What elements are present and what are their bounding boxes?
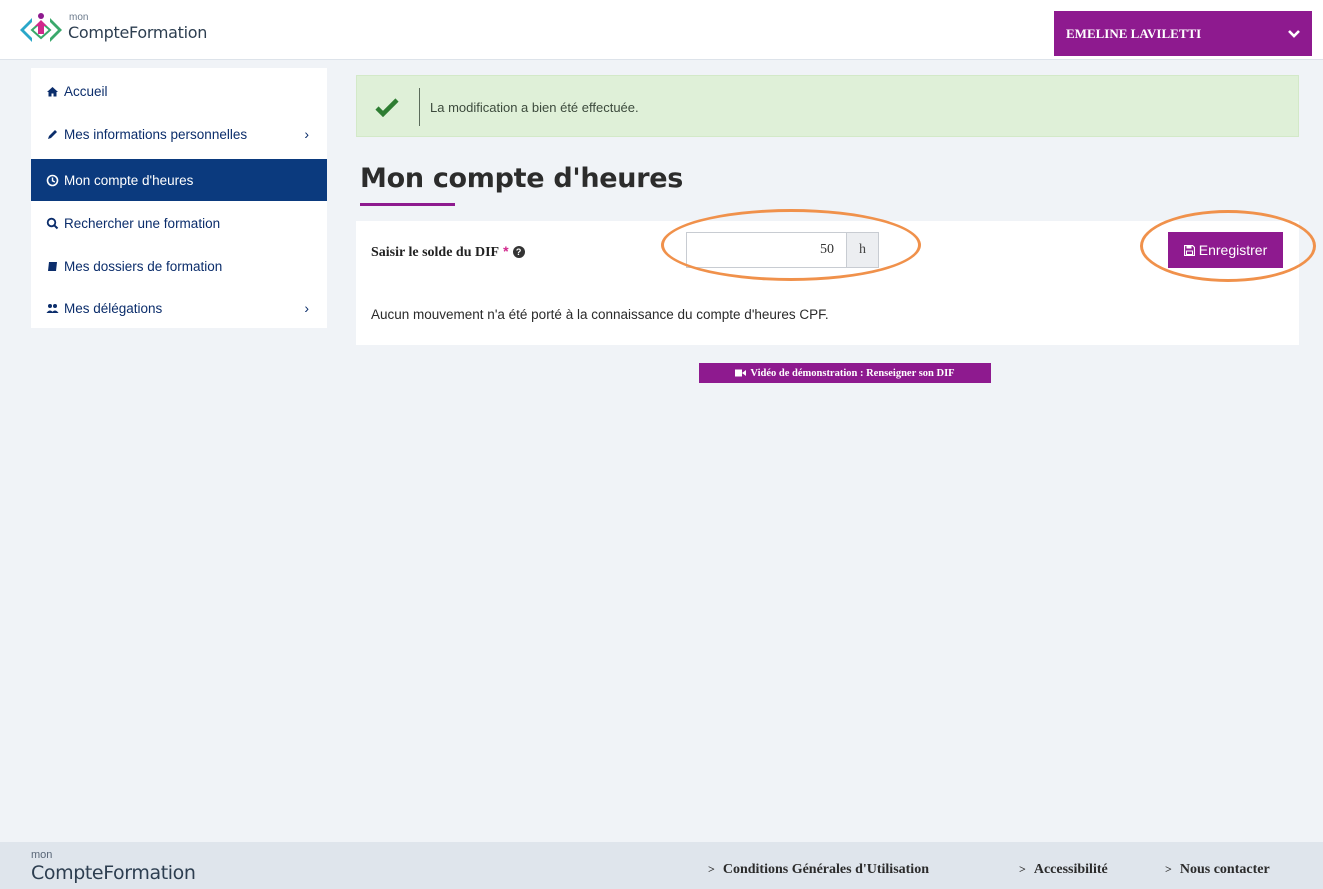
user-menu-button[interactable]: EMELINE LAVILETTI	[1054, 11, 1312, 56]
save-button[interactable]: Enregistrer	[1168, 232, 1283, 268]
clock-icon	[46, 174, 59, 186]
dif-balance-input[interactable]	[686, 232, 846, 268]
chevron-right-icon: >	[1165, 862, 1172, 876]
footer-link-cgu[interactable]: > Conditions Générales d'Utilisation	[708, 862, 929, 878]
video-camera-icon	[735, 369, 747, 377]
sidebar-item-label: Rechercher une formation	[64, 215, 221, 231]
footer: mon CompteFormation > Conditions Générale…	[0, 842, 1323, 889]
dif-label-text: Saisir le solde du DIF	[371, 245, 500, 260]
footer-link-contact[interactable]: > Nous contacter	[1165, 862, 1270, 878]
dif-field-label: Saisir le solde du DIF *?	[371, 243, 525, 261]
sidebar-item-label: Accueil	[64, 83, 108, 99]
sidebar-item-rechercher[interactable]: Rechercher une formation	[31, 202, 327, 244]
logo-mon-text: mon	[69, 12, 89, 23]
alert-message: La modification a bien été effectuée.	[430, 100, 639, 115]
sidebar-item-compte-heures[interactable]: Mon compte d'heures	[31, 159, 327, 201]
top-header: mon CompteFormation EMELINE LAVILETTI	[0, 0, 1323, 60]
search-icon	[46, 217, 59, 229]
sidebar-item-dossiers[interactable]: Mes dossiers de formation	[31, 245, 327, 287]
footer-link-accessibilite[interactable]: > Accessibilité	[1019, 862, 1108, 878]
logo-icon	[20, 13, 62, 42]
chevron-down-icon	[1288, 30, 1300, 38]
dif-panel: Saisir le solde du DIF*? h Enregistrer A…	[356, 221, 1299, 345]
sidebar-item-label: Mon compte d'heures	[64, 172, 194, 188]
title-underline	[360, 203, 455, 206]
footer-link-label: Accessibilité	[1033, 862, 1108, 877]
book-icon	[48, 261, 57, 271]
footer-link-label: Nous contacter	[1179, 862, 1270, 877]
chevron-right-icon: >	[1019, 862, 1026, 876]
hours-unit-addon: h	[846, 232, 879, 268]
check-icon	[375, 98, 399, 117]
footer-logo-name: CompteFormation	[31, 862, 196, 884]
page-title: Mon compte d'heures	[360, 163, 684, 194]
sidebar-item-delegations[interactable]: Mes délégations ›	[31, 287, 327, 329]
user-name: EMELINE LAVILETTI	[1066, 25, 1202, 41]
sidebar-item-label: Mes dossiers de formation	[64, 258, 223, 274]
footer-link-label: Conditions Générales d'Utilisation	[722, 862, 929, 877]
logo[interactable]: mon CompteFormation	[18, 10, 218, 50]
home-icon	[47, 86, 58, 96]
pencil-icon	[48, 129, 57, 139]
sidebar-item-informations[interactable]: Mes informations personnelles ›	[31, 113, 327, 155]
demo-video-label: Vidéo de démonstration : Renseigner son …	[750, 367, 955, 379]
sidebar-nav: Accueil Mes informations personnelles › …	[31, 68, 327, 328]
chevron-right-icon: ›	[304, 126, 309, 142]
required-mark: *	[503, 243, 509, 259]
success-alert: La modification a bien été effectuée.	[356, 75, 1299, 137]
alert-divider	[419, 88, 420, 126]
save-button-label: Enregistrer	[1198, 242, 1268, 258]
chevron-right-icon: ›	[304, 300, 309, 316]
floppy-disk-icon	[1183, 244, 1195, 256]
demo-video-button[interactable]: Vidéo de démonstration : Renseigner son …	[699, 363, 991, 383]
help-icon[interactable]: ?	[512, 246, 525, 258]
users-icon	[46, 303, 59, 313]
footer-logo-mon: mon	[31, 849, 53, 861]
chevron-right-icon: >	[708, 862, 715, 876]
sidebar-item-accueil[interactable]: Accueil	[31, 70, 327, 112]
logo-name-text: CompteFormation	[68, 23, 208, 42]
sidebar-item-label: Mes informations personnelles	[64, 126, 248, 142]
sidebar-item-label: Mes délégations	[64, 300, 163, 316]
no-movement-text: Aucun mouvement n'a été porté à la conna…	[371, 307, 829, 322]
